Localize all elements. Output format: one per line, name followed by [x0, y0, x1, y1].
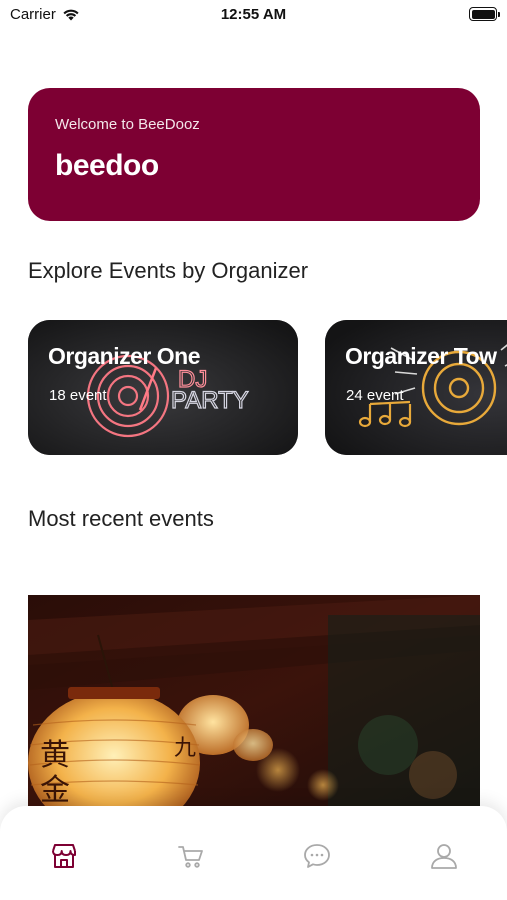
tab-store[interactable]	[44, 836, 84, 876]
chat-icon	[304, 844, 330, 868]
organizer-event-count: 18 event	[49, 387, 107, 404]
recent-events-section-title: Most recent events	[28, 506, 214, 531]
organizers-section-title: Explore Events by Organizer	[28, 258, 309, 283]
organizer-card[interactable]: Organizer Tow 24 event	[325, 320, 507, 455]
welcome-card: Welcome to BeeDooz beedoo	[28, 88, 480, 221]
organizer-event-count: 24 event	[346, 387, 404, 404]
store-icon	[52, 844, 76, 868]
lantern-art-text-2: 金	[40, 773, 70, 808]
tab-cart[interactable]	[171, 836, 211, 876]
lantern-art-text-3: 九	[174, 736, 196, 761]
organizer-card[interactable]: DJ PARTY Organizer One 18 event	[28, 320, 298, 455]
organizer-name: Organizer Tow	[345, 343, 497, 369]
welcome-subtitle: Welcome to BeeDooz	[55, 116, 200, 133]
username: beedoo	[55, 149, 159, 182]
battery-icon	[469, 7, 500, 21]
recent-event-card[interactable]: 黄 金 九	[28, 595, 480, 810]
status-bar: Carrier 12:55 AM	[0, 0, 507, 30]
status-time: 12:55 AM	[220, 6, 287, 23]
organizer-carousel[interactable]: DJ PARTY Organizer One 18 event Organize…	[28, 320, 507, 456]
party-art-text: PARTY	[171, 387, 249, 414]
lantern-art-text-1: 黄	[40, 738, 70, 773]
bottom-tab-bar	[0, 806, 507, 900]
cart-icon	[178, 846, 203, 868]
tab-chat[interactable]	[297, 836, 337, 876]
lanterns-image: 黄 金 九	[28, 595, 480, 810]
profile-icon	[431, 844, 457, 869]
organizer-name: Organizer One	[48, 343, 200, 369]
tab-profile[interactable]	[424, 836, 464, 876]
